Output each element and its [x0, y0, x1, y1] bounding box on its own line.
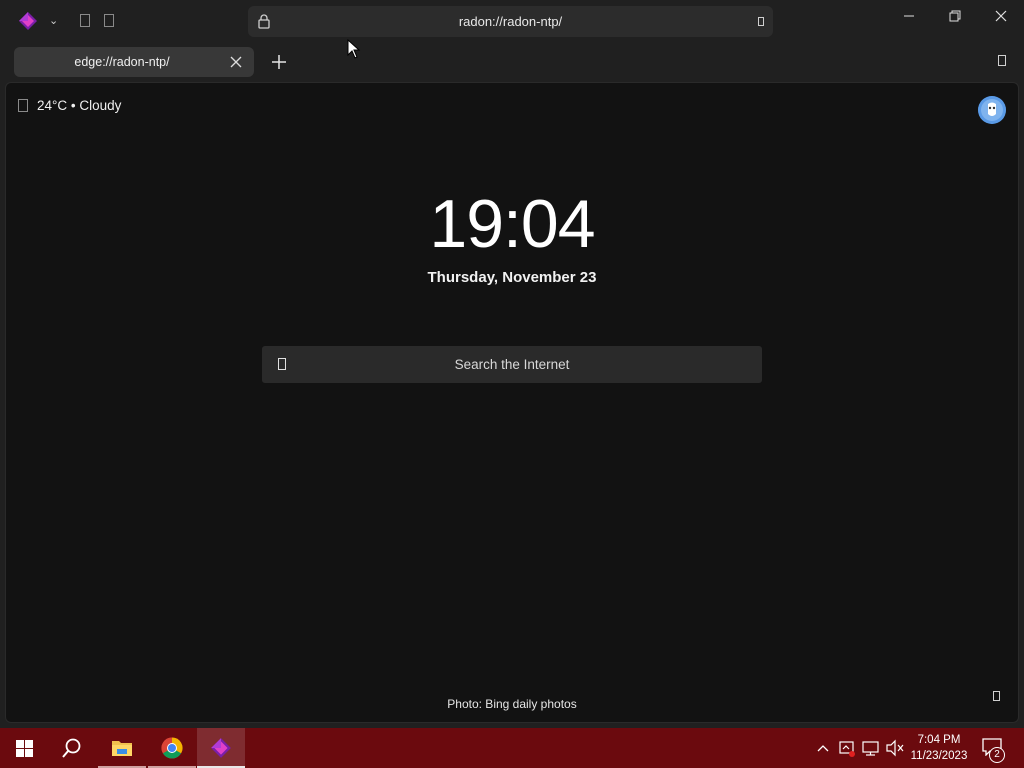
page-settings-icon[interactable] — [993, 691, 1000, 701]
notification-count-badge: 2 — [989, 747, 1005, 763]
file-explorer-icon — [112, 741, 132, 756]
show-hidden-icons-icon[interactable] — [815, 728, 831, 768]
start-icon — [16, 740, 33, 757]
address-bar-text[interactable]: radon://radon-ntp/ — [248, 14, 773, 29]
tray-time: 7:04 PM — [917, 734, 961, 746]
tray-clock[interactable]: 7:04 PM 11/23/2023 — [906, 732, 972, 764]
taskbar-search-button[interactable] — [48, 728, 96, 768]
title-bar: ⌄ radon://radon-ntp/ — [0, 0, 1024, 44]
weather-text: 24°C • Cloudy — [37, 98, 122, 113]
address-bar[interactable]: radon://radon-ntp/ — [248, 6, 773, 37]
chrome-icon — [161, 737, 183, 759]
tab-active[interactable]: edge://radon-ntp/ — [14, 47, 254, 77]
start-button[interactable] — [0, 728, 48, 768]
search-input[interactable]: Search the Internet — [262, 357, 762, 372]
new-tab-icon[interactable] — [271, 54, 287, 70]
restore-icon[interactable] — [940, 6, 970, 28]
taskbar-file-explorer[interactable] — [98, 728, 146, 768]
tab-close-icon[interactable] — [230, 56, 242, 68]
tab-label: edge://radon-ntp/ — [74, 55, 170, 69]
minimize-icon[interactable] — [894, 6, 924, 28]
tab-actions-icon[interactable] — [104, 14, 114, 27]
sync-icon[interactable] — [837, 728, 857, 768]
photo-credit: Photo: Bing daily photos — [447, 697, 577, 711]
profile-avatar-icon[interactable] — [978, 96, 1006, 124]
weather-widget[interactable]: 24°C • Cloudy — [18, 98, 121, 113]
workspaces-icon[interactable] — [80, 14, 90, 27]
search-box[interactable]: Search the Internet — [262, 346, 762, 383]
clock-date: Thursday, November 23 — [427, 269, 597, 286]
radon-logo-icon[interactable] — [18, 11, 38, 31]
search-icon — [62, 738, 81, 758]
chevron-down-icon[interactable]: ⌄ — [49, 14, 58, 27]
tray-date: 11/23/2023 — [910, 750, 968, 762]
favorite-icon[interactable] — [758, 17, 764, 26]
taskbar-chrome[interactable] — [148, 728, 196, 768]
taskbar-radon-browser[interactable] — [197, 728, 245, 768]
volume-muted-icon[interactable] — [885, 728, 905, 768]
new-tab-page: 24°C • Cloudy 19:04 Thursday, November 2… — [5, 82, 1019, 723]
mouse-cursor-icon — [347, 39, 361, 59]
tab-strip: edge://radon-ntp/ — [0, 44, 1024, 82]
taskbar: 7:04 PM 11/23/2023 2 — [0, 728, 1024, 768]
radon-browser-icon — [211, 738, 231, 758]
clock-time: 19:04 — [429, 186, 595, 262]
weather-icon — [18, 99, 28, 112]
close-icon[interactable] — [986, 6, 1016, 28]
network-icon[interactable] — [861, 728, 881, 768]
sidebar-toggle-icon[interactable] — [998, 55, 1006, 66]
